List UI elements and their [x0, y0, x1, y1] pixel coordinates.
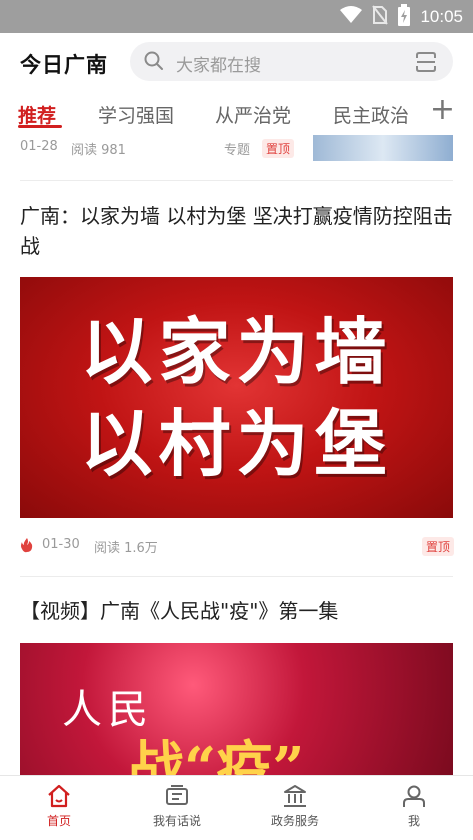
banner-text-line2: 以村为堡	[80, 401, 393, 486]
item-reads: 阅读 981	[71, 143, 126, 158]
status-bar: 10:05	[0, 0, 473, 33]
article-title[interactable]: 广南：以家为墙 以村为堡 坚决打赢疫情防控阻击战	[20, 201, 453, 261]
home-icon	[14, 784, 104, 808]
news-feed[interactable]: 01-28 阅读 981 专题 置顶 广南：以家为墙 以村为堡 坚决打赢疫情防控…	[0, 135, 473, 775]
item-date: 01-30	[42, 537, 80, 552]
tab-indicator	[18, 125, 62, 128]
nav-label: 我有话说	[152, 814, 201, 828]
article-title[interactable]: 【视频】广南《人民战"疫"》第一集	[20, 596, 453, 626]
app-title: 今日广南	[20, 53, 108, 77]
pinned-badge: 置顶	[262, 139, 295, 158]
search-placeholder: 大家都在搜	[176, 56, 261, 76]
article-banner-image[interactable]: 以家为墙 以村为堡	[20, 277, 453, 518]
item-date: 01-28	[20, 139, 58, 154]
tab-congyan-zhidang[interactable]: 从严治党	[215, 101, 291, 128]
video-banner-image[interactable]: 人民 战“疫”	[20, 643, 453, 775]
divider	[20, 576, 453, 577]
nav-me[interactable]: 我	[369, 784, 459, 829]
search-bar[interactable]: 大家都在搜	[130, 42, 453, 81]
tab-minzhu-zhengzhi[interactable]: 民主政治	[333, 101, 409, 128]
nav-feedback[interactable]: 我有话说	[132, 784, 222, 829]
channel-tabs: 推荐 学习强国 从严治党 民主政治 +	[0, 91, 473, 135]
nav-home[interactable]: 首页	[14, 784, 104, 829]
nav-label: 我	[407, 814, 420, 828]
nav-label: 首页	[46, 814, 71, 828]
tab-recommend[interactable]: 推荐	[18, 101, 56, 128]
user-icon	[369, 784, 459, 808]
item-thumbnail[interactable]	[313, 135, 453, 161]
chat-icon	[132, 784, 222, 808]
bottom-navigation: 首页 我有话说 政务服务 我	[0, 775, 473, 840]
wifi-icon	[340, 6, 363, 28]
nav-label: 政务服务	[270, 814, 319, 828]
app-header: 今日广南 大家都在搜	[0, 33, 473, 91]
add-channel-icon[interactable]: +	[430, 95, 455, 125]
scan-icon[interactable]	[415, 51, 437, 77]
no-sim-icon	[372, 5, 389, 29]
item-tag: 专题	[224, 143, 251, 158]
pinned-badge: 置顶	[422, 537, 455, 556]
banner-text-line1: 以家为墙	[80, 309, 393, 394]
battery-charging-icon	[398, 4, 411, 30]
search-icon	[144, 51, 164, 75]
tab-xuexi-qiangguo[interactable]: 学习强国	[98, 101, 174, 128]
nav-government-services[interactable]: 政务服务	[250, 784, 340, 829]
banner-text-zhanyi: 战“疫”	[128, 735, 305, 775]
status-time: 10:05	[420, 7, 463, 26]
hot-flame-icon	[20, 537, 34, 557]
building-icon	[250, 784, 340, 808]
divider	[20, 180, 453, 181]
item-reads: 阅读 1.6万	[94, 541, 158, 556]
